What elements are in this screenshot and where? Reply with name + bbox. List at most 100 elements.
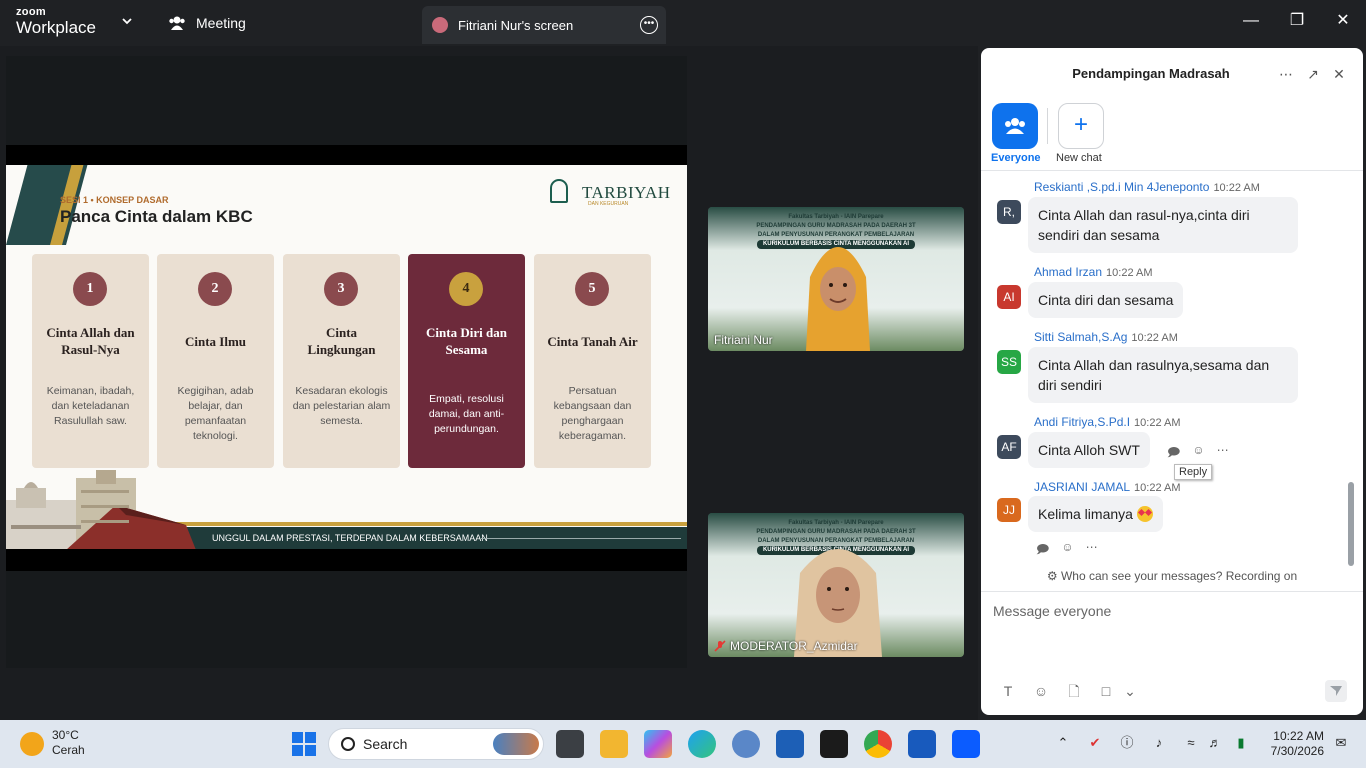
edge-icon[interactable] xyxy=(688,730,716,758)
tab-everyone[interactable] xyxy=(992,103,1038,149)
volume-icon[interactable]: ♬ xyxy=(1206,734,1224,752)
more-options-icon[interactable]: ⋯ xyxy=(1217,443,1229,464)
card-description: Empati, resolusi damai, dan anti-perundu… xyxy=(428,393,505,435)
taskbar: 30°C Cerah Search ⌃ ✔ ⓘ ♪ ≈ ♬ ▮ 10:22 AM xyxy=(0,720,1366,768)
message-bubble[interactable]: Cinta diri dan sesama xyxy=(1028,282,1184,318)
participant-name-text: MODERATOR_Azmidar xyxy=(730,639,858,653)
chevron-up-icon[interactable]: ⌃ xyxy=(1054,734,1072,752)
more-options-icon[interactable]: ⋯ xyxy=(1278,66,1294,82)
word-icon[interactable] xyxy=(908,730,936,758)
card-description: Keimanan, ibadah, dan keteladanan Rasulu… xyxy=(46,385,135,427)
logo-bottom: Workplace xyxy=(16,18,96,37)
card-4: 4 Cinta Diri dan Sesama Empati, resolusi… xyxy=(408,254,525,468)
sender-name: Sitti Salmah,S.Ag xyxy=(1034,330,1128,344)
more-options-icon[interactable]: ••• xyxy=(640,16,658,34)
copilot-icon[interactable] xyxy=(644,730,672,758)
pop-out-icon[interactable]: ↗ xyxy=(1305,66,1321,82)
minimize-icon[interactable]: — xyxy=(1240,10,1262,32)
banner-line: Fakultas Tarbiyah - IAIN Parepare xyxy=(788,214,884,220)
video-tile-fitriani[interactable]: Fakultas Tarbiyah - IAIN Parepare PENDAM… xyxy=(708,207,964,351)
add-reaction-icon[interactable]: ☺ xyxy=(1061,540,1073,561)
search-icon xyxy=(341,737,355,751)
card-1: 1 Cinta Allah dan Rasul-Nya Keimanan, ib… xyxy=(32,254,149,468)
restore-icon[interactable]: ❐ xyxy=(1286,10,1308,32)
battery-icon[interactable]: ▮ xyxy=(1232,734,1250,752)
card-number: 5 xyxy=(575,272,609,306)
presentation-slide: SESI 1 • KONSEP DASAR Panca Cinta dalam … xyxy=(6,145,687,571)
message-list[interactable]: R, Reskianti ,S.pd.i Min 4Jeneponto 10:22… xyxy=(981,172,1353,566)
chevron-down-icon[interactable]: ⌄ xyxy=(1121,682,1139,700)
close-icon[interactable]: ✕ xyxy=(1331,66,1347,82)
microphone-icon[interactable]: ♪ xyxy=(1150,734,1168,752)
lock-person-icon: ⚙ xyxy=(1046,569,1058,583)
participants-icon xyxy=(169,16,185,30)
card-description: Kesadaran ekologis dan pelestarian alam … xyxy=(292,385,391,427)
message-bubble[interactable]: Cinta Allah dan rasulnya,sesama dan diri… xyxy=(1028,347,1298,403)
divider xyxy=(1047,108,1048,144)
message-bubble[interactable]: Cinta Allah dan rasul-nya,cinta diri sen… xyxy=(1028,197,1298,253)
message-bubble[interactable]: Cinta Alloh SWT xyxy=(1028,432,1150,468)
file-icon[interactable]: 🗋 xyxy=(1065,682,1083,700)
store-icon[interactable] xyxy=(776,730,804,758)
card-description: Kegigihan, adab belajar, dan pemanfaatan… xyxy=(177,385,254,442)
card-2: 2 Cinta Ilmu Kegigihan, adab belajar, da… xyxy=(157,254,274,468)
message-time: 10:22 AM xyxy=(1134,482,1181,494)
screenshot-icon[interactable]: □ xyxy=(1097,682,1115,700)
star-struck-emoji-icon xyxy=(1136,506,1153,522)
network-status-icon[interactable]: ⓘ xyxy=(1118,734,1136,752)
taskbar-clock[interactable]: 10:22 AM 7/30/2026 xyxy=(1262,729,1324,759)
reply-icon[interactable]: 🗩 xyxy=(1167,443,1180,464)
taskbar-search[interactable]: Search xyxy=(328,728,544,760)
more-options-icon[interactable]: ⋯ xyxy=(1086,540,1098,561)
tab-meeting[interactable]: Meeting xyxy=(168,8,246,38)
chevron-down-icon[interactable] xyxy=(120,14,134,28)
brand-text: TARBIYAH xyxy=(582,183,671,202)
campus-building-image xyxy=(6,470,196,549)
scroll-thumb[interactable] xyxy=(1348,482,1354,566)
participant-name-text: Fitriani Nur xyxy=(714,333,773,347)
notification-icon[interactable]: ✉ xyxy=(1332,734,1350,752)
antivirus-icon[interactable]: ✔ xyxy=(1086,734,1104,752)
close-icon[interactable]: ✕ xyxy=(1332,10,1354,32)
plus-icon: + xyxy=(1073,111,1088,138)
card-title: Cinta Diri dan Sesama xyxy=(426,325,507,357)
send-button[interactable] xyxy=(1325,680,1347,702)
message-input[interactable] xyxy=(993,600,1343,622)
message-sender[interactable]: Andi Fitriya,S.Pd.I 10:22 AM xyxy=(1034,415,1181,429)
chrome-icon[interactable] xyxy=(864,730,892,758)
new-chat-button[interactable]: + xyxy=(1058,103,1104,149)
reply-icon[interactable]: 🗩 xyxy=(1036,540,1049,561)
weather-widget[interactable]: 30°C Cerah xyxy=(20,728,85,758)
zoom-app-icon[interactable] xyxy=(952,730,980,758)
card-number: 2 xyxy=(198,272,232,306)
zoom-logo[interactable]: zoom Workplace xyxy=(16,7,96,37)
scrollbar[interactable] xyxy=(1348,172,1354,566)
sender-name: JASRIANI JAMAL xyxy=(1034,480,1131,494)
message-time: 10:22 AM xyxy=(1134,417,1181,429)
add-reaction-icon[interactable]: ☺ xyxy=(1192,443,1204,464)
windows-start-icon[interactable] xyxy=(290,730,318,758)
settings-icon[interactable] xyxy=(732,730,760,758)
sticky-notes-icon[interactable] xyxy=(820,730,848,758)
message-bubble[interactable]: Kelima limanya xyxy=(1028,496,1163,532)
card-title: Cinta Allah dan Rasul-Nya xyxy=(46,325,135,357)
message-sender[interactable]: Ahmad Irzan 10:22 AM xyxy=(1034,265,1153,279)
message-sender[interactable]: Reskianti ,S.pd.i Min 4Jeneponto 10:22 AM xyxy=(1034,180,1260,194)
text-format-icon[interactable]: T xyxy=(999,682,1017,700)
message-visibility-link[interactable]: ⚙ Who can see your messages? Recording o… xyxy=(981,569,1363,583)
clock-time: 10:22 AM xyxy=(1273,729,1324,743)
participant-name: MODERATOR_Azmidar xyxy=(714,639,858,653)
file-explorer-icon[interactable] xyxy=(600,730,628,758)
wifi-icon[interactable]: ≈ xyxy=(1182,734,1200,752)
tab-shared-screen[interactable]: Fitriani Nur's screen ••• xyxy=(422,6,666,44)
video-tile-moderator[interactable]: Fakultas Tarbiyah - IAIN Parepare PENDAM… xyxy=(708,513,964,657)
sender-name: Reskianti ,S.pd.i Min 4Jeneponto xyxy=(1034,180,1210,194)
weather-sun-icon xyxy=(20,732,44,756)
slide-footer: UNGGUL DALAM PRESTASI, TERDEPAN DALAM KE… xyxy=(166,527,687,549)
emoji-icon[interactable]: ☺ xyxy=(1032,682,1050,700)
slide-footer-text: UNGGUL DALAM PRESTASI, TERDEPAN DALAM KE… xyxy=(212,533,488,543)
task-view-icon[interactable] xyxy=(556,730,584,758)
tab-meeting-label: Meeting xyxy=(196,15,246,31)
message-sender[interactable]: Sitti Salmah,S.Ag 10:22 AM xyxy=(1034,330,1178,344)
message-sender[interactable]: JASRIANI JAMAL 10:22 AM xyxy=(1034,480,1181,494)
